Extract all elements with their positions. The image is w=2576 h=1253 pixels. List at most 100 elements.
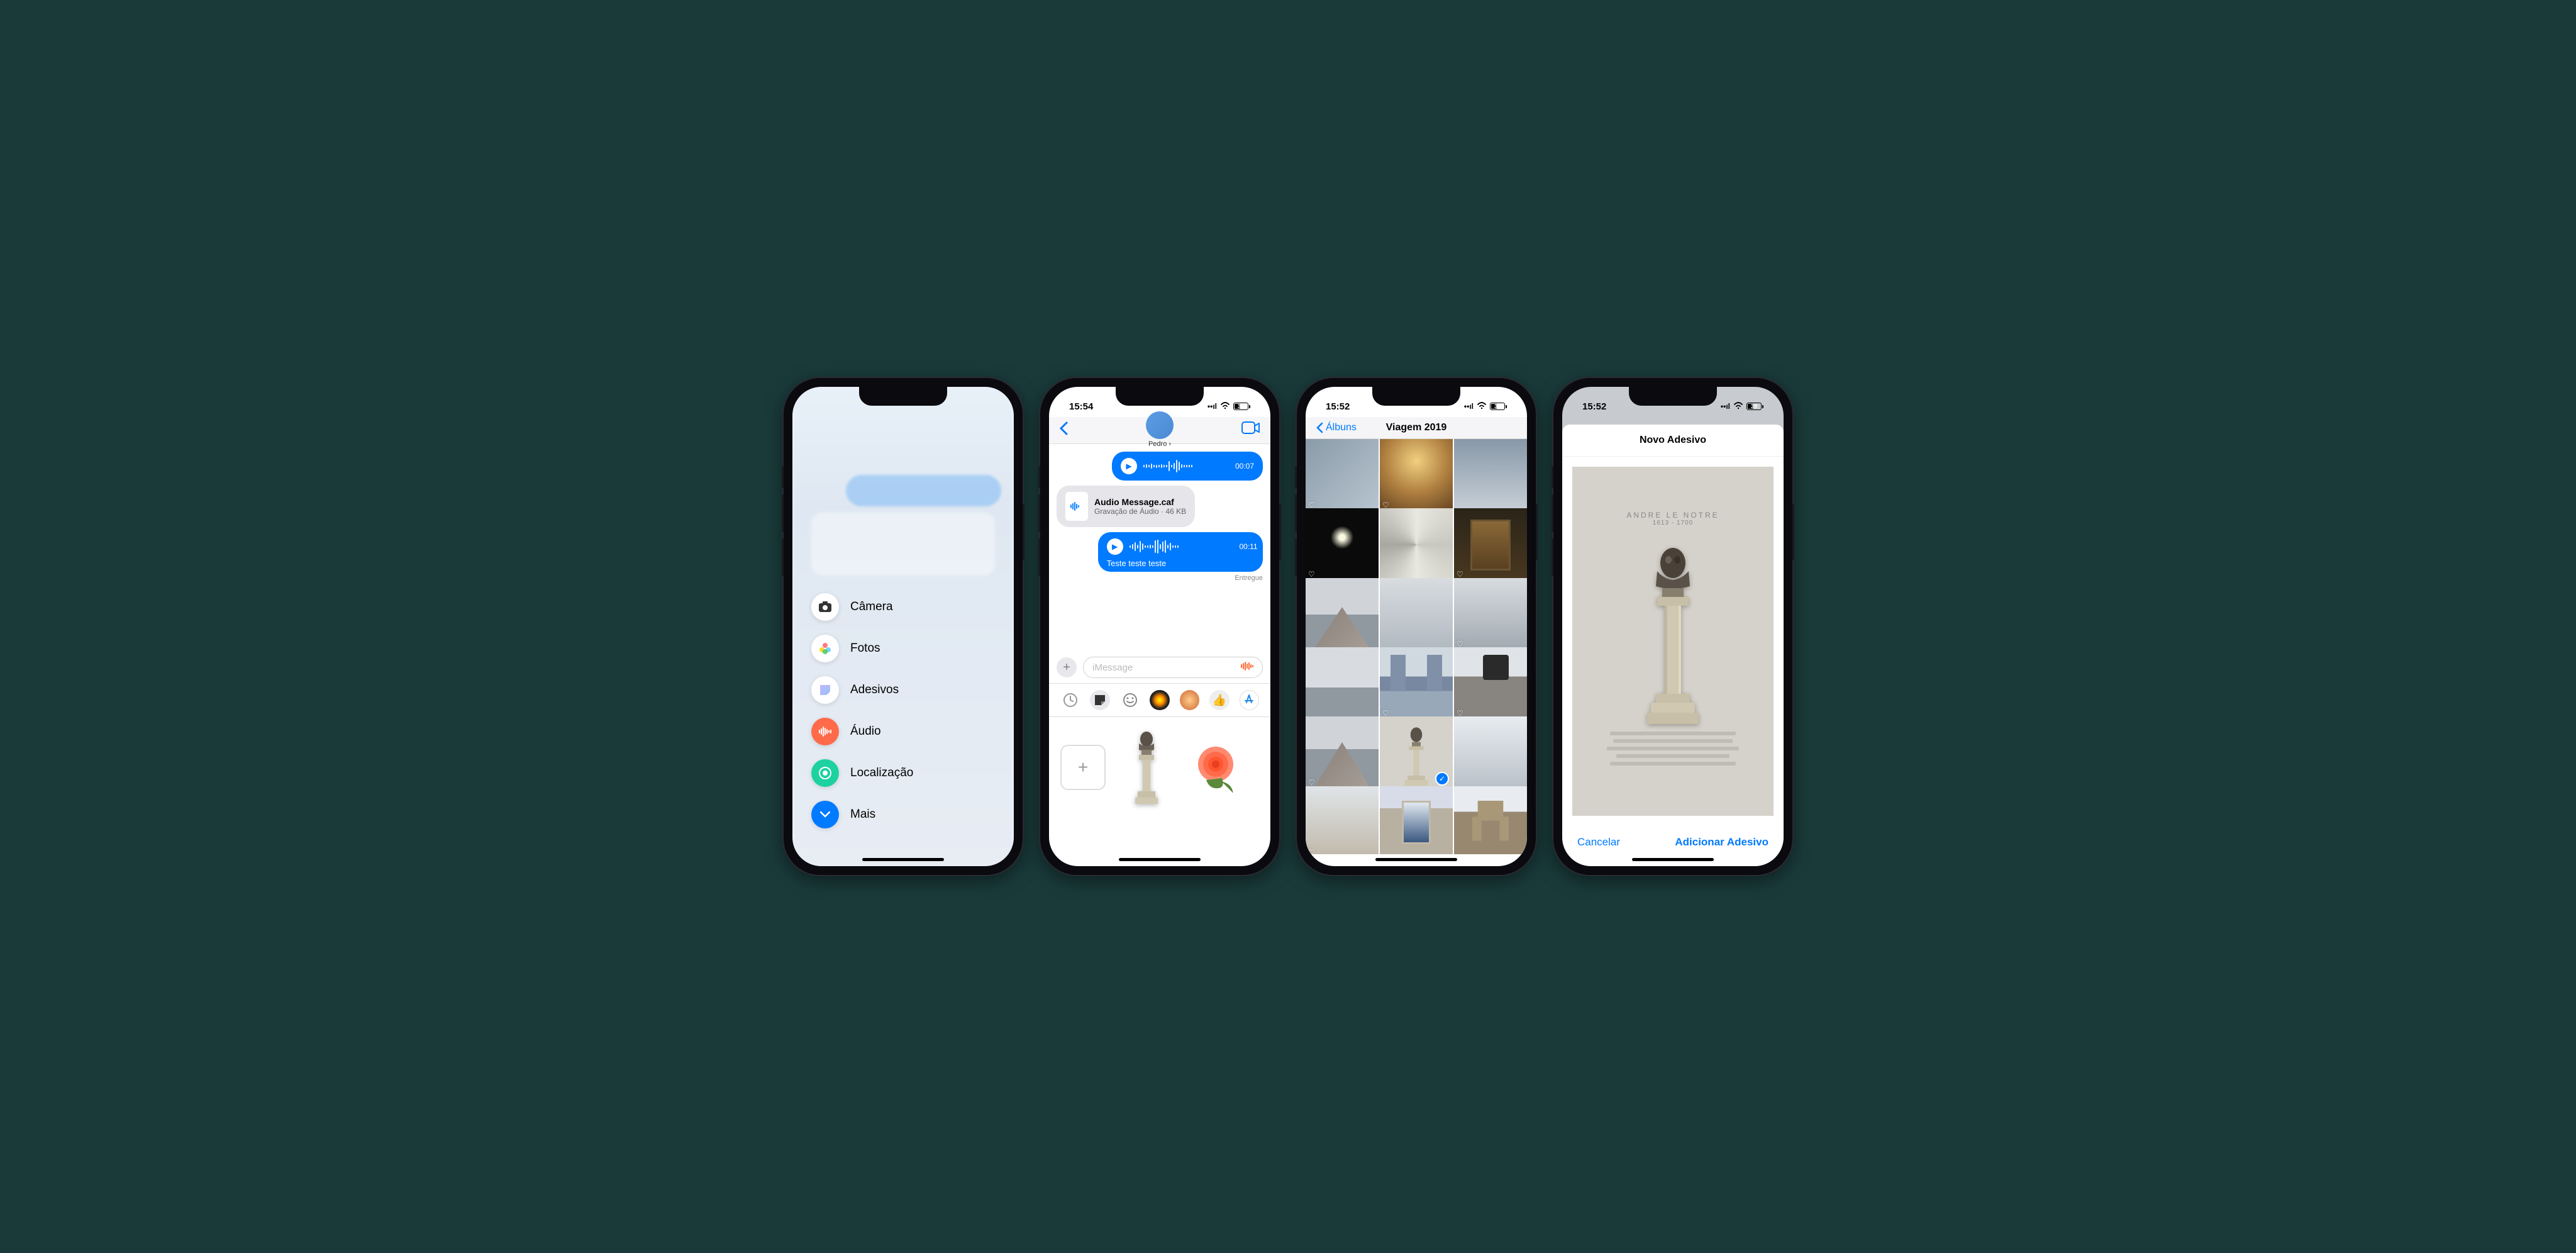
sticker-rose[interactable] — [1187, 730, 1244, 805]
photo-thumb[interactable]: ♡ — [1306, 716, 1379, 789]
recents-icon[interactable] — [1060, 690, 1080, 710]
sticker-tray: + — [1049, 717, 1270, 818]
camera-icon — [811, 593, 839, 621]
heart-icon: ♡ — [1308, 848, 1315, 854]
file-icon — [1065, 492, 1088, 521]
phone-sticker-creator: 15:52 ••ıl 39 Novo Adesivo ANDRE LE NOTR… — [1553, 378, 1792, 875]
camera-label: Câmera — [850, 600, 893, 614]
audio-label: Áudio — [850, 725, 881, 738]
file-meta: Gravação de Áudio · 46 KB — [1094, 507, 1186, 516]
sticker-statue[interactable] — [1118, 730, 1175, 805]
back-button[interactable]: Álbuns — [1316, 422, 1357, 433]
photo-thumb[interactable]: ♡ — [1306, 439, 1379, 512]
chevron-down-icon — [811, 801, 839, 828]
audio-duration: 00:07 — [1235, 462, 1254, 471]
record-icon[interactable] — [1241, 661, 1253, 674]
stickers-icon — [811, 676, 839, 704]
audio-message-2[interactable]: ▶ 00:11 Teste teste teste — [1098, 532, 1263, 572]
photo-thumb[interactable]: ♡ — [1306, 508, 1379, 581]
app-icon-2[interactable]: 👍 — [1209, 690, 1229, 710]
video-call-button[interactable] — [1241, 421, 1260, 438]
memoji-icon[interactable] — [1180, 690, 1199, 710]
album-title: Viagem 2019 — [1386, 422, 1447, 433]
cancel-button[interactable]: Cancelar — [1577, 836, 1620, 849]
photo-thumb[interactable]: ♡ — [1380, 647, 1453, 720]
location-icon — [811, 759, 839, 787]
photo-thumb[interactable] — [1306, 578, 1379, 651]
phone-conversation: 15:54 ••ıl 39 Pedro › ▶ — [1040, 378, 1279, 875]
statue-cutout — [1638, 541, 1707, 742]
add-button[interactable]: + — [1057, 657, 1077, 677]
home-indicator[interactable] — [1119, 858, 1201, 861]
text-message: Teste teste teste — [1107, 559, 1254, 568]
audio-duration: 00:11 — [1239, 542, 1257, 551]
plaque-text: ANDRE LE NOTRE 1613 - 1700 — [1626, 511, 1719, 526]
file-message[interactable]: Audio Message.caf Gravação de Áudio · 46… — [1057, 486, 1195, 527]
app-store-icon[interactable] — [1240, 690, 1259, 710]
album-header: Álbuns Viagem 2019 — [1306, 417, 1527, 439]
waveform — [1143, 459, 1229, 474]
status-time: 15:52 — [1582, 401, 1606, 412]
compose-bar: + iMessage — [1049, 652, 1270, 683]
signal-icon: ••ıl — [1464, 402, 1474, 411]
message-input[interactable]: iMessage — [1083, 657, 1263, 678]
photo-thumb[interactable]: ✓ — [1380, 716, 1453, 789]
photo-thumb[interactable] — [1306, 647, 1379, 720]
home-indicator[interactable] — [862, 858, 944, 861]
sticker-peel-icon[interactable] — [1090, 690, 1109, 710]
photo-thumb[interactable] — [1454, 786, 1527, 854]
photo-thumb[interactable] — [1454, 716, 1527, 789]
battery-icon: 39 — [1746, 403, 1763, 410]
avatar — [1146, 411, 1174, 439]
photo-thumb[interactable] — [1380, 578, 1453, 651]
photo-thumb[interactable] — [1380, 508, 1453, 581]
photo-thumb[interactable] — [1454, 439, 1527, 512]
attachment-menu: Câmera Fotos Adesivos Áudio Localização … — [811, 593, 976, 828]
sticker-sheet: Novo Adesivo ANDRE LE NOTRE 1613 - 1700 — [1562, 425, 1784, 866]
wifi-icon — [1220, 402, 1230, 411]
photo-thumb[interactable]: ♡ — [1454, 508, 1527, 581]
battery-icon: 39 — [1490, 403, 1507, 410]
chat-messages[interactable]: ▶ 00:07 Audio Message.caf Gravação de Áu… — [1049, 444, 1270, 652]
delivery-status: Entregue — [1235, 574, 1263, 582]
wifi-icon — [1733, 402, 1743, 411]
contact-name: Pedro › — [1148, 440, 1171, 448]
menu-location[interactable]: Localização — [811, 759, 976, 787]
photo-thumb[interactable]: ♡ — [1454, 647, 1527, 720]
home-indicator[interactable] — [1375, 858, 1457, 861]
add-sticker-button[interactable]: Adicionar Adesivo — [1675, 836, 1768, 849]
app-icon-1[interactable] — [1150, 690, 1169, 710]
battery-icon: 39 — [1233, 403, 1250, 410]
photo-thumb[interactable]: ♡ — [1306, 786, 1379, 854]
menu-camera[interactable]: Câmera — [811, 593, 976, 621]
signal-icon: ••ıl — [1208, 402, 1217, 411]
emoji-icon[interactable] — [1120, 690, 1140, 710]
photo-thumb[interactable]: ♡ — [1380, 439, 1453, 512]
status-time: 15:54 — [1069, 401, 1093, 412]
photo-grid[interactable]: ♡ ♡ ♡ ♡ ♡ ♡ ♡ ♡ ✓ ♡ — [1306, 439, 1527, 854]
photo-thumb[interactable] — [1380, 786, 1453, 854]
add-sticker-button[interactable]: + — [1060, 745, 1106, 790]
wifi-icon — [1477, 402, 1487, 411]
play-icon[interactable]: ▶ — [1107, 538, 1123, 555]
more-label: Mais — [850, 808, 875, 821]
phone-photo-picker: 15:52 ••ıl 39 Álbuns Viagem 2019 ♡ ♡ ♡ ♡… — [1297, 378, 1536, 875]
status-time: 15:52 — [1326, 401, 1350, 412]
audio-icon — [811, 718, 839, 745]
contact-info[interactable]: Pedro › — [1146, 411, 1174, 448]
menu-more[interactable]: Mais — [811, 801, 976, 828]
sheet-title: Novo Adesivo — [1562, 425, 1784, 457]
audio-message-1[interactable]: ▶ 00:07 — [1112, 452, 1263, 481]
location-label: Localização — [850, 766, 913, 780]
menu-photos[interactable]: Fotos — [811, 635, 976, 662]
plaque-inscriptions — [1607, 732, 1739, 766]
status-bar: 15:52 ••ıl 39 — [1306, 387, 1527, 417]
sticker-preview[interactable]: ANDRE LE NOTRE 1613 - 1700 — [1572, 467, 1774, 816]
menu-stickers[interactable]: Adesivos — [811, 676, 976, 704]
photo-thumb[interactable]: ♡ — [1454, 578, 1527, 651]
status-bar: 15:52 ••ıl 39 — [1562, 387, 1784, 417]
menu-audio[interactable]: Áudio — [811, 718, 976, 745]
back-button[interactable] — [1059, 420, 1068, 440]
home-indicator[interactable] — [1632, 858, 1714, 861]
play-icon[interactable]: ▶ — [1121, 458, 1137, 474]
